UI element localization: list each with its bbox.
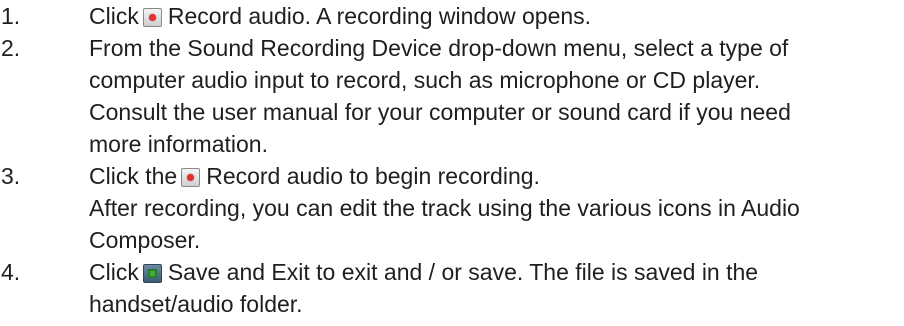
step-line: Click the Record audio to begin recording… bbox=[89, 160, 896, 192]
record-icon bbox=[142, 8, 162, 27]
step-text-after-icon: Save and Exit to exit and / or save. The… bbox=[167, 259, 759, 285]
step-1: 1. Click Record audio. A recording window… bbox=[0, 0, 904, 32]
step-line: After recording, you can edit the track … bbox=[89, 195, 800, 221]
step-text-before-icon: Click the bbox=[89, 163, 178, 189]
step-text-after-icon: Record audio. A recording window opens. bbox=[167, 3, 592, 29]
step-4: 4. Click Save and Exit to exit and / or s… bbox=[0, 256, 904, 320]
step-text-before-icon: Click bbox=[89, 3, 139, 29]
step-line: Composer. bbox=[89, 227, 201, 253]
step-line: Click Record audio. A recording window op… bbox=[89, 0, 896, 32]
step-line: From the Sound Recording Device drop-dow… bbox=[89, 35, 789, 61]
step-number: 4. bbox=[1, 259, 21, 285]
step-2: 2. From the Sound Recording Device drop-… bbox=[0, 32, 904, 160]
record-icon bbox=[181, 168, 201, 187]
step-line: more information. bbox=[89, 131, 268, 157]
step-line: Consult the user manual for your compute… bbox=[89, 99, 791, 125]
step-text-after-icon: Record audio to begin recording. bbox=[206, 163, 540, 189]
step-line: Click Save and Exit to exit and / or save… bbox=[89, 256, 896, 288]
save-exit-icon bbox=[142, 264, 162, 283]
instruction-steps: 1. Click Record audio. A recording window… bbox=[0, 0, 904, 320]
step-number: 3. bbox=[1, 163, 21, 189]
step-line: handset/audio folder. bbox=[89, 291, 303, 317]
step-3: 3. Click the Record audio to begin record… bbox=[0, 160, 904, 256]
step-number: 2. bbox=[1, 35, 21, 61]
step-text-before-icon: Click bbox=[89, 259, 139, 285]
step-number: 1. bbox=[1, 3, 21, 29]
step-line: computer audio input to record, such as … bbox=[89, 67, 761, 93]
